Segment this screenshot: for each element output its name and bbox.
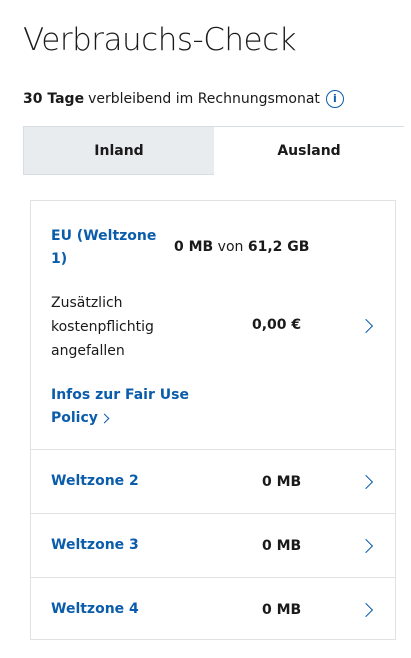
chevron-right-icon bbox=[358, 602, 374, 618]
extra-charges-amount-text: 0,00 € bbox=[252, 317, 302, 333]
zone-row-3[interactable]: Weltzone 3 0 MB bbox=[31, 514, 395, 577]
zone-row-2[interactable]: Weltzone 2 0 MB bbox=[31, 450, 395, 513]
fair-use-line1: Infos zur Fair Use bbox=[51, 387, 189, 403]
zone-value-text: 0 MB bbox=[262, 602, 302, 618]
extra-charges-amount: 0,00 € bbox=[252, 315, 301, 335]
zone-label: Weltzone 4 bbox=[51, 601, 139, 617]
eu-zone-label-line1: EU (Weltzone bbox=[51, 228, 157, 244]
fair-use-line2-wrap: Policy bbox=[51, 407, 189, 430]
eu-used: 0 MB bbox=[174, 239, 214, 255]
zone-value: 0 MB bbox=[262, 536, 301, 556]
info-icon[interactable]: i bbox=[325, 90, 344, 108]
eu-total: 61,2 GB bbox=[247, 239, 310, 255]
chevron-right-icon bbox=[358, 538, 374, 554]
extra-charges-line1: Zusätzlich bbox=[51, 295, 123, 311]
chevron-right-icon[interactable] bbox=[358, 318, 374, 334]
eu-usage-value: 0 MB von 61,2 GB bbox=[174, 237, 309, 257]
eu-zone-link[interactable]: EU (Weltzone 1) bbox=[51, 225, 161, 271]
remaining-days-text: 30 Tage verbleibend im Rechnungsmonat i bbox=[23, 89, 344, 109]
chevron-right-icon bbox=[358, 474, 374, 490]
remaining-days-count: 30 Tage bbox=[23, 91, 85, 107]
zone-value: 0 MB bbox=[262, 600, 301, 620]
chevron-right-icon bbox=[99, 413, 110, 424]
zone-label: Weltzone 3 bbox=[51, 537, 139, 553]
zone-value-text: 0 MB bbox=[262, 474, 302, 490]
remaining-days-label: verbleibend im Rechnungsmonat bbox=[88, 91, 320, 107]
zone-value-text: 0 MB bbox=[262, 538, 302, 554]
page-title: Verbrauchs-Check bbox=[23, 22, 297, 58]
zone-row-4[interactable]: Weltzone 4 0 MB bbox=[31, 578, 395, 640]
zone-label: Weltzone 2 bbox=[51, 473, 139, 489]
extra-charges-line2: kostenpflichtig bbox=[51, 319, 154, 335]
eu-zone-label-line2: 1) bbox=[51, 251, 68, 267]
zone-value: 0 MB bbox=[262, 472, 301, 492]
fair-use-link[interactable]: Infos zur Fair Use Policy bbox=[51, 384, 189, 430]
tab-ausland[interactable]: Ausland bbox=[214, 126, 404, 175]
usage-card: EU (Weltzone 1) 0 MB von 61,2 GB Zusätzl… bbox=[30, 200, 396, 640]
eu-of-word: von bbox=[217, 239, 244, 255]
region-tabs: Inland Ausland bbox=[23, 126, 404, 175]
extra-charges-label: Zusätzlich kostenpflichtig angefallen bbox=[51, 291, 154, 363]
tab-inland[interactable]: Inland bbox=[23, 126, 214, 175]
fair-use-line2: Policy bbox=[51, 410, 98, 426]
extra-charges-line3: angefallen bbox=[51, 343, 125, 359]
